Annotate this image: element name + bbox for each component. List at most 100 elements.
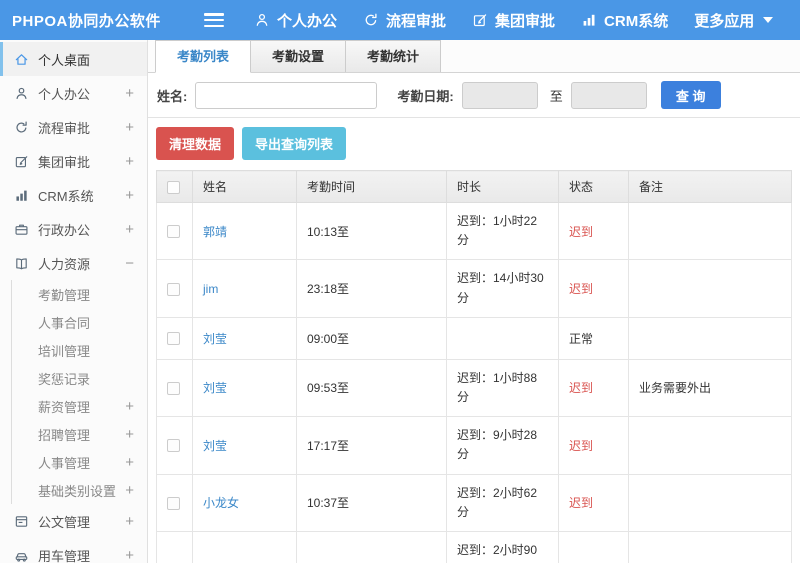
attendance-time: 23:18至 [296, 259, 447, 318]
topnav-personal-office[interactable]: 个人办公 [254, 10, 337, 31]
document-icon [14, 514, 29, 529]
expand-toggle[interactable]: + [125, 221, 134, 238]
sidebar-item-document-mgmt[interactable]: 公文管理 + [0, 504, 147, 538]
sidebar-item-personal-desktop[interactable]: 个人桌面 [0, 42, 147, 76]
hr-submenu: 考勤管理 人事合同 培训管理 奖惩记录 薪资管理 + 招聘管理 + 人事管理 +… [11, 280, 147, 504]
sidebar-subitem-base-category-settings[interactable]: 基础类别设置 + [12, 476, 147, 504]
note-text [628, 416, 792, 475]
attendance-time: 17:17至 [296, 416, 447, 475]
expand-toggle[interactable]: + [125, 482, 134, 499]
employee-name-link[interactable]: 刘莹 [203, 332, 227, 346]
menu-toggle-icon[interactable] [204, 13, 224, 27]
sidebar-subitem-label: 人事合同 [38, 315, 91, 331]
topnav-crm-system[interactable]: CRM系统 [581, 10, 668, 31]
attendance-date-label: 考勤日期: [397, 88, 454, 104]
employee-name-link[interactable]: 小龙女 [203, 496, 239, 510]
date-from-input[interactable] [461, 81, 538, 109]
car-icon [14, 548, 29, 563]
duration: 迟到：14小时30分 [446, 259, 559, 318]
status-text: 正常 [558, 316, 629, 360]
note-text: 业务需要外出 [628, 358, 792, 418]
table-row: 小龙女 10:37至 迟到：2小时62分 迟到 [156, 473, 792, 532]
expand-toggle[interactable]: + [125, 547, 134, 563]
clean-data-button[interactable]: 清理数据 [156, 127, 235, 160]
row-checkbox[interactable] [167, 439, 180, 453]
row-checkbox[interactable] [167, 282, 180, 296]
employee-name-link[interactable]: 郭靖 [203, 225, 227, 239]
search-button[interactable]: 查 询 [660, 81, 721, 109]
name-label: 姓名: [157, 88, 188, 104]
note-text [628, 259, 792, 318]
select-all-checkbox[interactable] [167, 180, 180, 194]
status-text: 迟到 [558, 259, 629, 318]
sidebar-item-personal-office[interactable]: 个人办公 + [0, 76, 147, 110]
bar-chart-icon [14, 188, 29, 203]
sidebar-item-label: 行政办公 [38, 222, 91, 238]
sidebar: 个人桌面 个人办公 + 流程审批 + 集团审批 + CRM系统 + 行政办公 +… [0, 40, 148, 563]
collapse-toggle[interactable]: − [125, 255, 134, 272]
topnav-group-approval[interactable]: 集团审批 [472, 10, 555, 31]
sidebar-subitem-training-mgmt[interactable]: 培训管理 [12, 336, 147, 364]
topnav-more-apps[interactable]: 更多应用 [694, 10, 774, 31]
tab-strip: 考勤列表 考勤设置 考勤统计 [148, 40, 800, 73]
attendance-time: 10:37至 [296, 473, 447, 532]
expand-toggle[interactable]: + [125, 398, 134, 415]
top-navigation: 个人办公 流程审批 集团审批 CRM系统 更多应用 [254, 10, 774, 31]
app-window: PHPOA协同办公软件 个人办公 流程审批 集团审批 CRM系统 更多应用 个人… [0, 0, 800, 563]
col-header-time: 考勤时间 [296, 170, 447, 203]
date-to-input[interactable] [570, 81, 647, 109]
sidebar-subitem-salary-mgmt[interactable]: 薪资管理 + [12, 392, 147, 420]
row-checkbox[interactable] [167, 225, 180, 239]
expand-toggle[interactable]: + [125, 119, 134, 136]
sidebar-item-label: 集团审批 [38, 154, 91, 170]
user-icon [14, 86, 29, 101]
attendance-time: 09:53至 [296, 358, 447, 418]
sidebar-subitem-label: 招聘管理 [38, 427, 91, 443]
row-checkbox[interactable] [167, 332, 180, 346]
expand-toggle[interactable]: + [125, 454, 134, 471]
expand-toggle[interactable]: + [125, 513, 134, 530]
edit-icon [472, 12, 488, 28]
tab-attendance-list[interactable]: 考勤列表 [155, 40, 252, 73]
employee-name-link[interactable]: jim [203, 282, 218, 296]
tab-attendance-statistics[interactable]: 考勤统计 [345, 40, 442, 72]
table-row: 刘莹 09:00至 正常 [156, 316, 792, 360]
sidebar-item-human-resources[interactable]: 人力资源 − [0, 246, 147, 280]
sidebar-subitem-recruitment-mgmt[interactable]: 招聘管理 + [12, 420, 147, 448]
topnav-label: 更多应用 [694, 12, 755, 30]
employee-name-link[interactable]: 刘莹 [203, 381, 227, 395]
sidebar-subitem-hr-contract[interactable]: 人事合同 [12, 308, 147, 336]
sidebar-item-group-approval[interactable]: 集团审批 + [0, 144, 147, 178]
user-icon [254, 12, 270, 28]
sidebar-item-vehicle-mgmt[interactable]: 用车管理 + [0, 538, 147, 563]
sidebar-item-workflow-approval[interactable]: 流程审批 + [0, 110, 147, 144]
row-checkbox[interactable] [167, 382, 180, 396]
duration: 迟到：1小时22分 [446, 201, 559, 261]
tab-attendance-settings[interactable]: 考勤设置 [250, 40, 347, 72]
expand-toggle[interactable]: + [125, 153, 134, 170]
duration: 迟到：2小时62分 [446, 473, 559, 532]
row-checkbox[interactable] [167, 496, 180, 510]
attendance-time: 09:00至 [296, 316, 447, 360]
sidebar-subitem-personnel-mgmt[interactable]: 人事管理 + [12, 448, 147, 476]
topnav-label: 集团审批 [495, 12, 556, 30]
sidebar-subitem-label: 薪资管理 [38, 399, 91, 415]
status-text: 迟到 [558, 358, 629, 418]
sidebar-item-admin-office[interactable]: 行政办公 + [0, 212, 147, 246]
name-input[interactable] [195, 81, 378, 109]
sidebar-subitem-reward-punishment[interactable]: 奖惩记录 [12, 364, 147, 392]
export-list-button[interactable]: 导出查询列表 [242, 127, 347, 160]
sidebar-subitem-attendance-mgmt[interactable]: 考勤管理 [12, 280, 147, 308]
expand-toggle[interactable]: + [125, 426, 134, 443]
sidebar-subitem-label: 基础类别设置 [38, 483, 117, 499]
book-icon [14, 256, 29, 271]
expand-toggle[interactable]: + [125, 187, 134, 204]
topnav-workflow-approval[interactable]: 流程审批 [363, 10, 446, 31]
expand-toggle[interactable]: + [125, 85, 134, 102]
employee-name-link[interactable]: 刘莹 [203, 439, 227, 453]
home-icon [14, 52, 29, 67]
duration [446, 316, 559, 360]
attendance-time: 10:13至 [296, 201, 447, 261]
sidebar-item-label: 个人办公 [38, 86, 91, 102]
sidebar-item-crm-system[interactable]: CRM系统 + [0, 178, 147, 212]
